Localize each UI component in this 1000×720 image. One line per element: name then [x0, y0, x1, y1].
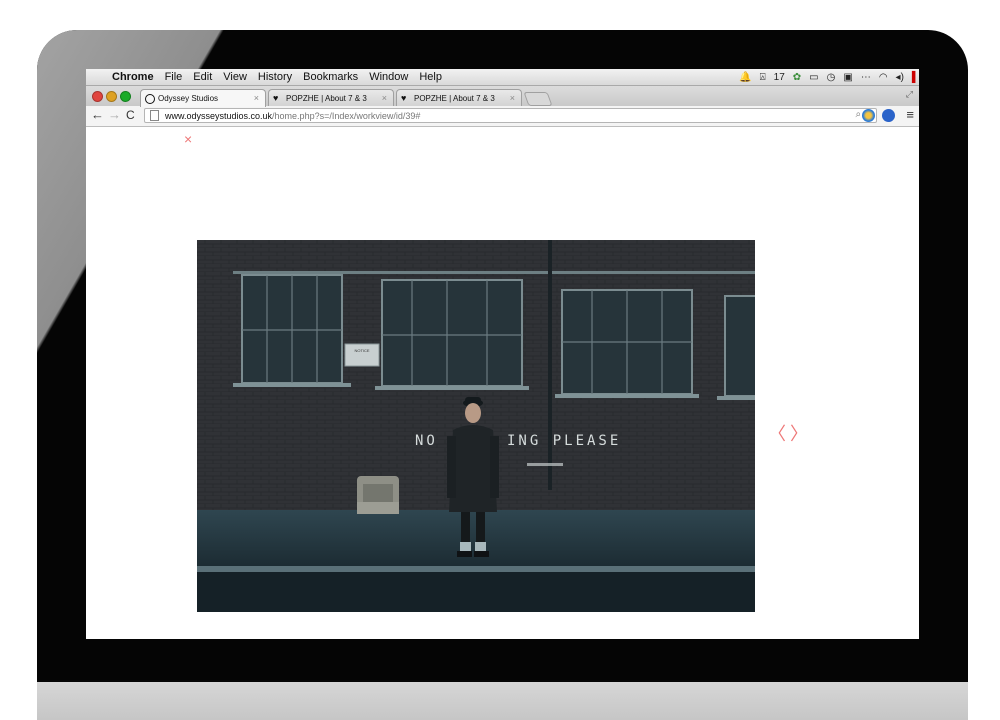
menu-help[interactable]: Help [419, 71, 442, 83]
photo-illustration: NOTICE NO ING PLEASE [197, 240, 755, 612]
screen: Chrome File Edit View History Bookmarks … [86, 69, 919, 639]
profile-icon[interactable] [882, 109, 895, 122]
status-count: 17 [773, 71, 785, 83]
wall-text-left: NO [415, 433, 438, 449]
screen-bezel: Chrome File Edit View History Bookmarks … [37, 30, 968, 682]
previous-arrow-icon[interactable]: 〈 [768, 425, 786, 443]
menu-view[interactable]: View [223, 71, 247, 83]
time-machine-icon[interactable]: ◷ [827, 72, 836, 83]
reload-icon[interactable]: C [126, 108, 135, 122]
fullscreen-icon[interactable]: ⤢ [906, 89, 913, 100]
minimize-window-button[interactable] [106, 91, 117, 102]
tab-title: Odyssey Studios [158, 94, 219, 103]
heart-favicon-icon: ♥ [401, 93, 407, 103]
tab-title: POPZHE | About 7 & 3 [414, 93, 495, 103]
back-arrow-icon[interactable]: ← [91, 108, 104, 122]
menu-edit[interactable]: Edit [193, 71, 212, 83]
wifi-icon[interactable]: ◠ [879, 72, 888, 83]
url-host: www.odysseystudios.co.uk [165, 110, 273, 121]
bell-icon[interactable]: 🔔 [739, 72, 751, 83]
close-icon[interactable]: × [184, 131, 192, 147]
extension-icon[interactable] [862, 109, 875, 122]
heart-favicon-icon: ♥ [273, 93, 279, 103]
chrome-menu-icon[interactable]: ≡ [906, 108, 914, 122]
volume-icon[interactable]: ◂) [896, 72, 904, 83]
battery-icon[interactable]: ▭ [809, 72, 818, 83]
bluetooth-icon[interactable]: ⋯ [861, 72, 871, 83]
flag-icon[interactable]: ▌ [912, 72, 919, 83]
new-tab-button[interactable] [523, 92, 553, 106]
next-arrow-icon[interactable]: 〉 [790, 425, 808, 443]
tab-popzhe-2[interactable]: ♥ POPZHE | About 7 & 3 × [396, 89, 522, 106]
tab-close-icon[interactable]: × [510, 93, 515, 103]
laptop-chin [37, 682, 968, 720]
forward-arrow-icon[interactable]: → [108, 108, 121, 122]
menu-file[interactable]: File [165, 71, 183, 83]
status-area: 🔔 ⍓ 17 ✿ ▭ ◷ ▣ ⋯ ◠ ◂) ▌ [739, 69, 919, 85]
tab-close-icon[interactable]: × [382, 93, 387, 103]
odyssey-favicon-icon [145, 93, 155, 104]
laptop-frame: Chrome File Edit View History Bookmarks … [37, 30, 968, 720]
tab-strip: Odyssey Studios × ♥ POPZHE | About 7 & 3… [86, 86, 919, 107]
zoom-window-button[interactable] [120, 91, 131, 102]
gallery-photo: NOTICE NO ING PLEASE [197, 240, 755, 612]
page-content: × NOTICE NO ING PLEASE 〈 〉 [86, 127, 919, 639]
window-controls [92, 91, 134, 102]
mac-menubar: Chrome File Edit View History Bookmarks … [86, 69, 919, 86]
menu-window[interactable]: Window [369, 71, 408, 83]
menu-app-name[interactable]: Chrome [112, 71, 154, 83]
url-path: /home.php?s=/Index/workview/id/39# [272, 110, 421, 121]
page-icon [150, 110, 159, 121]
notice-sign-text: NOTICE [354, 348, 369, 353]
status-app-icon[interactable]: ✿ [793, 72, 801, 83]
wall-text-right: ING PLEASE [507, 433, 621, 449]
browser-toolbar: ← → C www.odysseystudios.co.uk /home.php… [86, 106, 919, 127]
tab-popzhe-1[interactable]: ♥ POPZHE | About 7 & 3 × [268, 89, 394, 106]
tab-odyssey-studios[interactable]: Odyssey Studios × [140, 89, 266, 107]
adobe-icon[interactable]: ⍓ [760, 72, 766, 83]
display-icon[interactable]: ▣ [843, 72, 852, 83]
tab-close-icon[interactable]: × [254, 93, 259, 103]
address-bar[interactable]: www.odysseystudios.co.uk /home.php?s=/In… [144, 108, 877, 123]
menu-bookmarks[interactable]: Bookmarks [303, 71, 358, 83]
menu-history[interactable]: History [258, 71, 292, 83]
tab-title: POPZHE | About 7 & 3 [286, 93, 367, 103]
close-window-button[interactable] [92, 91, 103, 102]
